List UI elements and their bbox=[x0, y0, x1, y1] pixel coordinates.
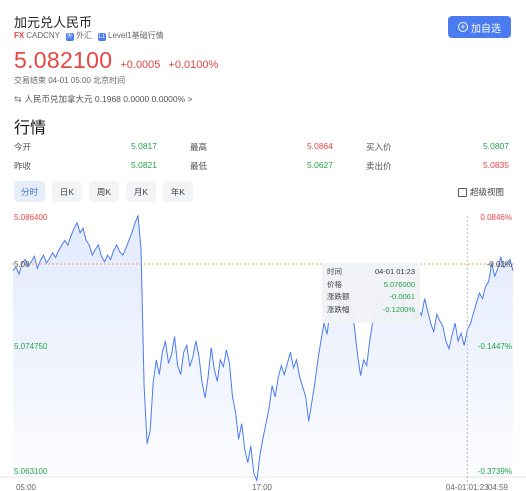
y-left-tick-label: 5.063100 bbox=[14, 467, 48, 476]
fx-tag: FX CADCNY bbox=[14, 31, 60, 40]
stat-bid-value: 5.0807 bbox=[483, 141, 509, 151]
y-right-tick-label: -0.02% bbox=[487, 260, 512, 269]
price-change-percent: +0.0100% bbox=[168, 59, 219, 71]
tooltip-change-value: -0.0061 bbox=[389, 292, 415, 301]
x-tick-label: 04:59 bbox=[488, 483, 509, 491]
tooltip-row: 时间 04-01 01:23 bbox=[327, 266, 415, 279]
level-label: Level1基础行情 bbox=[108, 31, 164, 40]
stat-high-label: 最高 bbox=[190, 142, 208, 152]
y-right-tick-label: -0.3739% bbox=[478, 467, 512, 476]
tab-yearly-k[interactable]: 年K bbox=[163, 181, 194, 202]
tab-intraday[interactable]: 分时 bbox=[14, 181, 46, 202]
y-right-tick-label: 0.0846% bbox=[480, 213, 512, 222]
swap-icon: ⇆ bbox=[14, 93, 22, 104]
x-tick-label: 05:00 bbox=[16, 483, 37, 491]
intraday-chart-svg: 5.086400 5.08 5.074750 5.063100 0.0846% -0.02… bbox=[0, 213, 526, 491]
x-tick-label: 17:00 bbox=[252, 483, 273, 491]
price-change: +0.0005 bbox=[120, 59, 161, 71]
market-section-title: 行情 bbox=[14, 120, 47, 137]
tab-weekly-k[interactable]: 周K bbox=[89, 181, 120, 202]
tooltip-row: 价格 5.076000 bbox=[327, 279, 415, 292]
x-tick-label: 04-01 01:23 bbox=[446, 483, 489, 491]
price-row: 5.082100 +0.0005 +0.0100% bbox=[14, 47, 218, 74]
level-tag: L1 Level1基础行情 bbox=[98, 30, 164, 41]
stat-bid-label: 买入价 bbox=[366, 142, 392, 152]
page-title: 加元兑人民币 bbox=[14, 15, 93, 30]
plus-icon: + bbox=[458, 22, 468, 32]
intraday-chart[interactable]: 5.086400 5.08 5.074750 5.063100 0.0846% -0.02… bbox=[0, 208, 526, 491]
tooltip-change-label: 涨跌额 bbox=[327, 292, 350, 301]
level1-icon: L1 bbox=[98, 33, 107, 41]
period-tabs: 分时 日K 周K 月K 年K bbox=[14, 181, 194, 202]
crosshair-tooltip: 时间 04-01 01:23 价格 5.076000 涨跌额 -0.0061 涨跌幅 -… bbox=[322, 263, 420, 323]
stat-open-label: 今开 bbox=[14, 142, 32, 152]
quote-tags: FX CADCNY 外外汇 L1 Level1基础行情 bbox=[14, 30, 164, 41]
stat-high-value: 5.0864 bbox=[307, 141, 333, 151]
stat-open-value: 5.0817 bbox=[131, 141, 157, 151]
y-left-tick-label: 5.074750 bbox=[14, 342, 48, 351]
tooltip-time-label: 时间 bbox=[327, 267, 342, 276]
stat-prevclose-value: 5.0821 bbox=[131, 160, 157, 170]
super-view-button[interactable]: 超级视图 bbox=[458, 186, 504, 198]
reverse-quote-text: 人民币兑加拿大元 0.1968 0.0000 0.0000% > bbox=[24, 94, 193, 104]
tooltip-row: 涨跌额 -0.0061 bbox=[327, 291, 415, 304]
tooltip-row: 涨跌幅 -0.1200% bbox=[327, 304, 415, 317]
current-price: 5.082100 bbox=[14, 47, 113, 73]
fullscreen-icon bbox=[458, 187, 467, 197]
stat-low-label: 最低 bbox=[190, 161, 208, 171]
market-label: 外汇 bbox=[76, 31, 93, 40]
tooltip-change-pct-label: 涨跌幅 bbox=[327, 304, 350, 314]
tab-daily-k[interactable]: 日K bbox=[52, 181, 83, 202]
stat-ask-label: 卖出价 bbox=[366, 161, 392, 171]
y-left-tick-label: 5.08 bbox=[14, 260, 30, 269]
trading-status: 交易结束 04-01 05:00 北京时间 bbox=[14, 76, 126, 85]
stat-low-value: 5.0627 bbox=[307, 160, 333, 170]
stat-prevclose-label: 昨收 bbox=[14, 161, 32, 171]
forex-icon: 外 bbox=[66, 33, 75, 41]
symbol-code: CADCNY bbox=[26, 31, 61, 40]
reverse-quote-link[interactable]: ⇆ 人民币兑加拿大元 0.1968 0.0000 0.0000% > bbox=[14, 93, 193, 105]
add-watchlist-label: 加自选 bbox=[471, 23, 501, 35]
tooltip-change-pct-value: -0.1200% bbox=[382, 304, 415, 314]
y-left-tick-label: 5.086400 bbox=[14, 213, 48, 222]
tooltip-price-label: 价格 bbox=[327, 279, 342, 289]
fx-badge: FX bbox=[14, 31, 25, 40]
y-right-tick-label: -0.1447% bbox=[478, 342, 512, 351]
tooltip-time-value: 04-01 01:23 bbox=[374, 267, 415, 276]
market-tag: 外外汇 bbox=[66, 30, 92, 41]
add-watchlist-button[interactable]: + 加自选 bbox=[448, 16, 511, 38]
tooltip-price-value: 5.076000 bbox=[383, 279, 415, 289]
tab-monthly-k[interactable]: 月K bbox=[126, 181, 157, 202]
super-view-label: 超级视图 bbox=[470, 187, 505, 197]
stat-ask-value: 5.0835 bbox=[483, 160, 509, 170]
